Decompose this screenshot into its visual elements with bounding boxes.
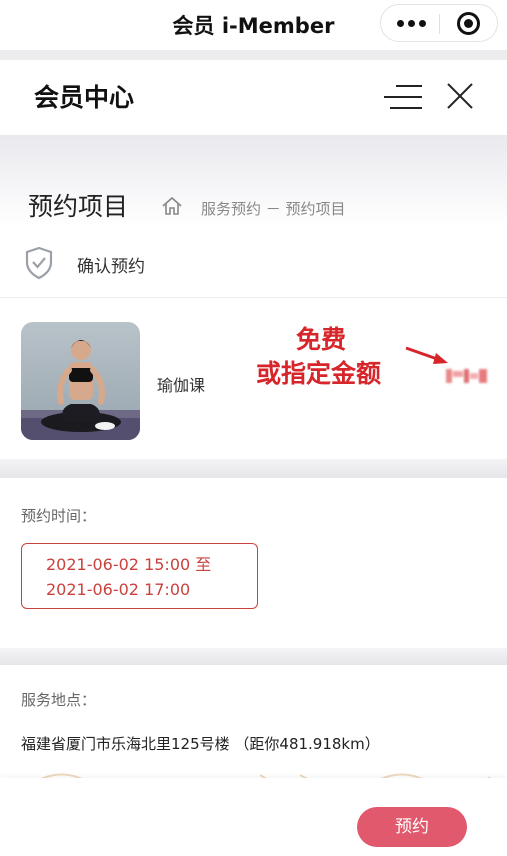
book-button[interactable]: 预约 bbox=[357, 807, 467, 847]
time-section: 预约时间： 2021-06-02 15:00 至 2021-06-02 17:0… bbox=[0, 478, 507, 648]
divider bbox=[0, 459, 507, 478]
yoga-photo bbox=[21, 322, 140, 440]
capsule-divider bbox=[439, 14, 440, 34]
close-miniapp-icon[interactable] bbox=[457, 12, 480, 35]
time-start: 2021-06-02 15:00 至 bbox=[46, 555, 212, 574]
confirm-section: 确认预约 bbox=[0, 228, 507, 298]
close-icon[interactable] bbox=[446, 82, 474, 110]
divider bbox=[0, 50, 507, 60]
miniapp-topbar: 会员 i-Member bbox=[0, 0, 507, 50]
time-label: 预约时间： bbox=[21, 507, 97, 525]
miniapp-capsule bbox=[380, 4, 498, 42]
location-label: 服务地点： bbox=[21, 691, 97, 709]
divider bbox=[0, 648, 507, 665]
location-address[interactable]: 福建省厦门市乐海北里125号楼 （距你481.918km） bbox=[21, 733, 380, 754]
breadcrumb: 预约项目 服务预约 － 预约项目 bbox=[0, 135, 507, 227]
time-end: 2021-06-02 17:00 bbox=[46, 580, 191, 599]
time-range[interactable]: 2021-06-02 15:00 至 2021-06-02 17:00 bbox=[21, 543, 258, 609]
page-title: 预约项目 bbox=[28, 192, 129, 221]
app-header: 会员中心 bbox=[0, 60, 507, 134]
bottom-action-bar: 预约 bbox=[0, 778, 507, 856]
service-name: 瑜伽课 bbox=[157, 376, 206, 395]
menu-icon[interactable] bbox=[384, 85, 422, 111]
breadcrumb-path[interactable]: 服务预约 － 预约项目 bbox=[201, 198, 346, 219]
shield-check-icon bbox=[25, 246, 53, 280]
service-item-card: 瑜伽课 免费 或指定金额 bbox=[0, 299, 507, 459]
arrow-icon bbox=[405, 346, 448, 364]
more-icon[interactable] bbox=[397, 17, 427, 29]
home-icon[interactable] bbox=[161, 196, 183, 216]
confirm-label: 确认预约 bbox=[77, 257, 145, 277]
app-title: 会员中心 bbox=[34, 83, 135, 112]
price-redacted bbox=[446, 369, 487, 383]
